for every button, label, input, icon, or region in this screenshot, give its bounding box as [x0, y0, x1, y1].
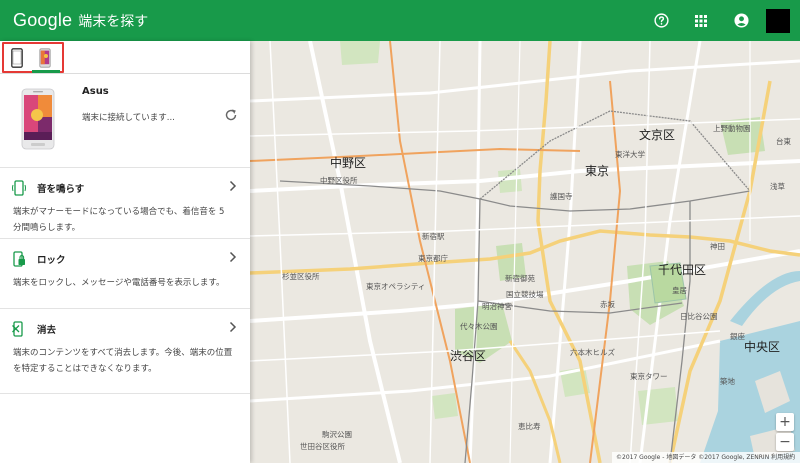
map-attribution[interactable]: ©2017 Google - 地図データ ©2017 Google, ZENRI… [612, 452, 800, 463]
map-label-akasaka: 赤坂 [600, 300, 615, 309]
device-tab-2[interactable] [34, 46, 56, 70]
avatar[interactable] [766, 8, 790, 33]
map-label-ginza: 銀座 [730, 332, 745, 341]
action-description: 端末がマナーモードになっている場合でも、着信音を 5 分間鳴らします。 [13, 207, 225, 233]
action-title: ロック [37, 255, 66, 266]
map-label-shinjuku-gyoen: 新宿御苑 [505, 274, 535, 283]
zoom-out-button[interactable]: − [776, 433, 794, 451]
map-label-chuo: 中央区 [744, 340, 781, 354]
map-label-nakano-office: 中野区役所 [320, 176, 358, 185]
action-play-sound[interactable]: 音を鳴らす 端末がマナーモードになっている場合でも、着信音を 5 分間鳴らします… [0, 168, 250, 239]
zoom-in-button[interactable]: + [776, 413, 794, 431]
map-label-kanda: 神田 [710, 242, 725, 251]
map-label-nakano: 中野区 [330, 156, 367, 170]
action-title: 消去 [37, 325, 57, 336]
device-tab-1[interactable] [6, 46, 28, 70]
map-label-chiyoda: 千代田区 [658, 263, 707, 277]
chevron-right-icon [229, 251, 237, 263]
map-label-ueno: 上野動物園 [713, 124, 751, 133]
account-icon[interactable] [730, 10, 752, 32]
action-description: 端末をロックし、メッセージや電話番号を表示します。 [13, 278, 225, 288]
map-label-tokyo: 東京 [585, 164, 610, 178]
erase-icon [12, 321, 23, 337]
map-label-opera: 東京オペラシティ [366, 282, 426, 291]
chevron-right-icon [229, 321, 237, 333]
chevron-right-icon [229, 180, 237, 192]
selected-tab-indicator [32, 70, 60, 73]
map-label-tsukiji: 築地 [720, 377, 735, 386]
device-status: 端末に接続しています... [82, 113, 175, 123]
app-title: 端末を探す [78, 14, 149, 30]
device-card: Asus 端末に接続しています... [0, 74, 250, 168]
map-label-roppongi: 六本木ヒルズ [570, 348, 615, 357]
map-label-hibiya: 日比谷公園 [680, 312, 718, 321]
map-label-tokyotower: 東京タワー [630, 372, 668, 381]
action-lock[interactable]: ロック 端末をロックし、メッセージや電話番号を表示します。 [0, 239, 250, 309]
google-logo: Google [13, 10, 73, 30]
map-label-kokyo: 皇居 [672, 286, 687, 295]
map-view[interactable]: 中野区 東京 文京区 千代田区 渋谷区 中央区 上野動物園 台東 新宿御苑 代々… [250, 41, 800, 463]
device-image [21, 88, 55, 150]
top-app-bar: Google 端末を探す [0, 0, 800, 41]
map-label-ebisu: 恵比寿 [518, 422, 541, 431]
map-canvas [250, 41, 800, 463]
map-label-tocho: 東京都庁 [418, 254, 448, 263]
map-label-shinjuku: 新宿駅 [422, 232, 445, 241]
map-label-yoyogi: 代々木公園 [460, 322, 498, 331]
help-icon[interactable] [650, 10, 672, 32]
action-title: 音を鳴らす [37, 184, 85, 195]
map-label-meiji: 明治神宮 [482, 302, 512, 311]
refresh-icon[interactable] [224, 108, 238, 122]
map-label-shibuya: 渋谷区 [450, 349, 487, 363]
device-tabs [0, 41, 250, 74]
brand[interactable]: Google 端末を探す [13, 10, 148, 31]
action-erase[interactable]: 消去 端末のコンテンツをすべて消去します。今後、端末の位置を特定することはできな… [0, 309, 250, 394]
lock-icon [13, 251, 25, 267]
ring-icon [12, 180, 26, 196]
map-label-taito: 台東 [776, 137, 791, 146]
asus-phone-icon [39, 48, 51, 68]
map-label-komazawa: 駒沢公園 [322, 430, 352, 439]
apps-grid-icon[interactable] [690, 10, 712, 32]
map-label-suginami: 杉並区役所 [282, 272, 320, 281]
phone-outline-icon [11, 48, 23, 68]
map-label-asakusa: 浅草 [770, 182, 785, 191]
action-description: 端末のコンテンツをすべて消去します。今後、端末の位置を特定することはできなくなり… [13, 348, 233, 374]
map-label-toyo: 東洋大学 [615, 150, 645, 159]
map-label-gokokuji: 護国寺 [550, 192, 573, 201]
map-label-kokuritsu: 国立競技場 [506, 290, 544, 299]
header-actions [632, 0, 790, 41]
device-name: Asus [82, 86, 109, 97]
map-label-bunkyo: 文京区 [639, 128, 676, 142]
map-label-setagaya: 世田谷区役所 [300, 442, 345, 451]
device-panel: Asus 端末に接続しています... 音を鳴らす 端末がマナーモードになっている… [0, 41, 250, 463]
